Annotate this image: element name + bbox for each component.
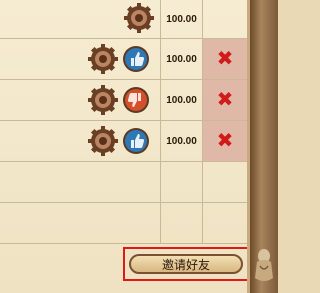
gear-icon (124, 3, 154, 33)
thumbs-up-icon (123, 128, 149, 154)
x-mark-icon: ✖ (216, 89, 234, 111)
x-mark-icon: ✖ (216, 48, 234, 70)
thumbs-up-icon (123, 46, 149, 72)
score-value: 100.00 (166, 13, 197, 25)
ornament-figure-icon (255, 249, 273, 281)
invite-friends-button[interactable]: 邀请好友 (129, 254, 243, 274)
list-item: 100.00 ✖ (0, 39, 247, 80)
invite-button-highlight: 邀请好友 (123, 247, 249, 281)
empty-list-row (0, 162, 247, 203)
list-item: 100.00 ✖ (0, 80, 247, 121)
friends-list-panel: 100.00 100.00 ✖ 100.00 ✖ 100.00 ✖ 邀请好友 (0, 0, 278, 293)
remove-friend-button[interactable]: ✖ (203, 80, 247, 120)
remove-friend-button[interactable]: ✖ (203, 39, 247, 79)
gear-icon (88, 44, 118, 74)
remove-friend-button[interactable]: ✖ (203, 121, 247, 161)
list-item: 100.00 ✖ (0, 121, 247, 162)
gear-icon (88, 85, 118, 115)
row-action-empty (203, 0, 247, 38)
list-item: 100.00 (0, 0, 247, 39)
score-value: 100.00 (166, 53, 197, 65)
score-value: 100.00 (166, 135, 197, 147)
score-value: 100.00 (166, 94, 197, 106)
gear-icon (88, 126, 118, 156)
thumbs-down-icon (123, 87, 149, 113)
x-mark-icon: ✖ (216, 130, 234, 152)
empty-list-row (0, 203, 247, 244)
